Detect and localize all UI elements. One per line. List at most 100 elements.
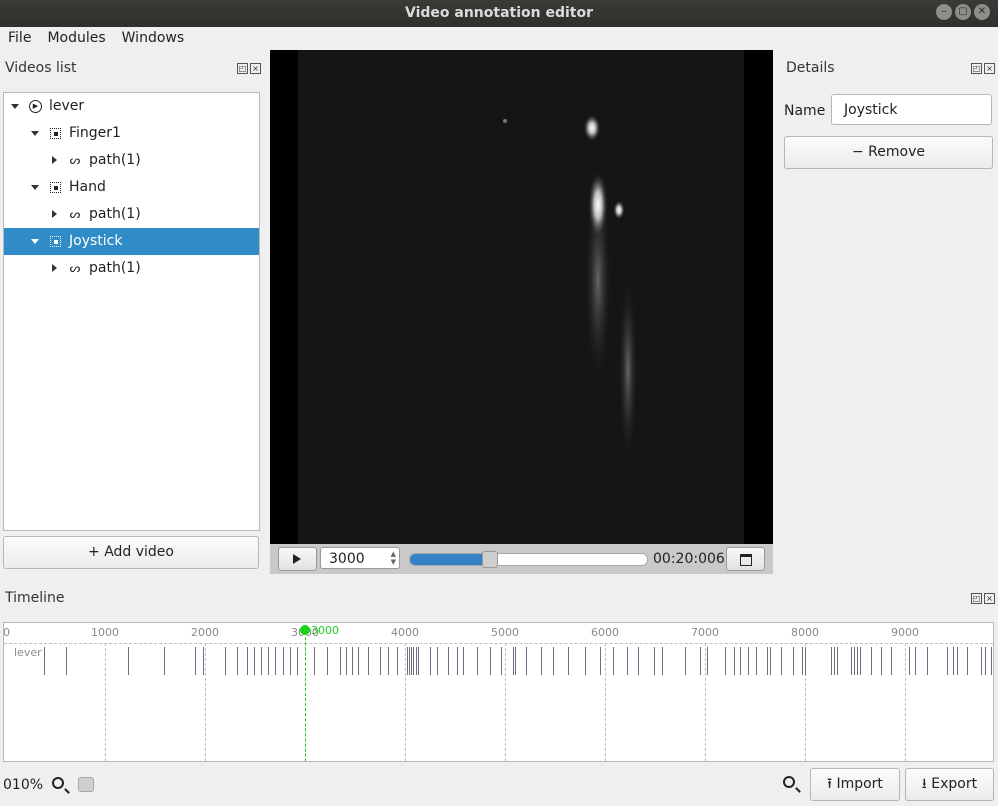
timeline-event-mark[interactable] [831,647,832,675]
timeline-event-mark[interactable] [513,647,514,675]
add-video-button[interactable]: + Add video [3,536,259,569]
menu-windows[interactable]: Windows [114,27,193,50]
remove-button[interactable]: − Remove [784,136,993,169]
tree-item-path[interactable]: ᔕ path(1) [4,255,259,282]
timeline-event-mark[interactable] [477,647,478,675]
timeline-event-mark[interactable] [368,647,369,675]
collapse-arrow-icon[interactable] [52,264,57,272]
timeline-event-mark[interactable] [128,647,129,675]
timeline-event-mark[interactable] [437,647,438,675]
timeline-event-mark[interactable] [947,647,948,675]
timeline-event-mark[interactable] [793,647,794,675]
timeline-event-mark[interactable] [638,647,639,675]
timeline-event-mark[interactable] [781,647,782,675]
tree-item-joystick[interactable]: Joystick [4,228,259,255]
timeline-event-mark[interactable] [748,647,749,675]
timeline-event-mark[interactable] [541,647,542,675]
timeline-event-mark[interactable] [953,647,954,675]
timeline-event-mark[interactable] [388,647,389,675]
timeline-event-mark[interactable] [891,647,892,675]
timeline-event-mark[interactable] [195,647,196,675]
timeline-event-mark[interactable] [837,647,838,675]
timeline-event-mark[interactable] [413,647,414,675]
zoom-out-icon[interactable] [52,777,64,789]
menu-modules[interactable]: Modules [39,27,113,50]
timeline-cursor-handle[interactable] [300,625,310,635]
timeline-event-mark[interactable] [871,647,872,675]
timeline-event-mark[interactable] [358,647,359,675]
timeline-event-mark[interactable] [164,647,165,675]
timeline-event-mark[interactable] [352,647,353,675]
timeline-event-mark[interactable] [66,647,67,675]
timeline-event-mark[interactable] [805,647,806,675]
timeline-event-mark[interactable] [327,647,328,675]
timeline-event-mark[interactable] [770,647,771,675]
timeline-event-mark[interactable] [407,647,408,675]
timeline-event-mark[interactable] [397,647,398,675]
timeline-event-mark[interactable] [654,647,655,675]
timeline-event-mark[interactable] [463,647,464,675]
timeline-event-mark[interactable] [756,647,757,675]
timeline-event-mark[interactable] [957,647,958,675]
frame-spinbox[interactable]: 3000 ▲ ▼ [320,547,400,569]
timeline-event-mark[interactable] [237,647,238,675]
timeline-event-mark[interactable] [927,647,928,675]
stop-button[interactable] [726,547,765,571]
zoom-in-icon[interactable] [783,776,795,788]
video-frame[interactable] [270,50,773,544]
timeline-event-mark[interactable] [909,647,910,675]
timeline-event-mark[interactable] [585,647,586,675]
timeline-event-mark[interactable] [418,647,419,675]
timeline-event-mark[interactable] [734,647,735,675]
timeline-event-mark[interactable] [247,647,248,675]
timeline-event-mark[interactable] [254,647,255,675]
timeline-event-mark[interactable] [725,647,726,675]
close-icon[interactable]: × [984,63,995,74]
timeline-event-mark[interactable] [290,647,291,675]
seek-slider[interactable] [409,553,648,566]
expand-arrow-icon[interactable] [31,185,39,190]
spin-arrows-icon[interactable]: ▲ ▼ [391,550,396,566]
timeline-event-mark[interactable] [490,647,491,675]
export-button[interactable]: ⭳ Export [905,768,994,801]
timeline-event-mark[interactable] [380,647,381,675]
timeline-event-mark[interactable] [268,647,269,675]
timeline-event-mark[interactable] [515,647,516,675]
play-button[interactable] [278,547,317,571]
timeline-event-mark[interactable] [44,647,45,675]
collapse-arrow-icon[interactable] [52,210,57,218]
timeline-event-mark[interactable] [340,647,341,675]
timeline-event-mark[interactable] [767,647,768,675]
close-icon[interactable]: ✕ [974,4,990,20]
timeline-event-mark[interactable] [860,647,861,675]
timeline-event-mark[interactable] [430,647,431,675]
expand-arrow-icon[interactable] [31,239,39,244]
expand-arrow-icon[interactable] [31,131,39,136]
timeline-event-mark[interactable] [261,647,262,675]
timeline-event-mark[interactable] [627,647,628,675]
timeline-event-mark[interactable] [457,647,458,675]
timeline-event-mark[interactable] [526,647,527,675]
timeline-event-mark[interactable] [685,647,686,675]
timeline-event-mark[interactable] [915,647,916,675]
timeline-event-mark[interactable] [448,647,449,675]
timeline-event-mark[interactable] [881,647,882,675]
timeline-event-mark[interactable] [600,647,601,675]
collapse-arrow-icon[interactable] [52,156,57,164]
timeline-event-mark[interactable] [416,647,417,675]
timeline-event-mark[interactable] [613,647,614,675]
timeline-event-mark[interactable] [981,647,982,675]
timeline-event-mark[interactable] [568,647,569,675]
timeline-event-mark[interactable] [314,647,315,675]
timeline-event-mark[interactable] [409,647,410,675]
import-button[interactable]: ⭱ Import [810,768,900,801]
videos-tree[interactable]: ▶ lever Finger1 ᔕ path(1) Hand ᔕ path(1)… [3,92,260,531]
timeline-event-mark[interactable] [283,647,284,675]
float-icon[interactable]: ◰ [971,63,982,74]
zoom-slider-handle[interactable] [78,777,94,792]
timeline-event-mark[interactable] [501,647,502,675]
tree-item-path[interactable]: ᔕ path(1) [4,147,259,174]
tree-item-hand[interactable]: Hand [4,174,259,201]
timeline-event-mark[interactable] [553,647,554,675]
timeline-event-mark[interactable] [225,647,226,675]
